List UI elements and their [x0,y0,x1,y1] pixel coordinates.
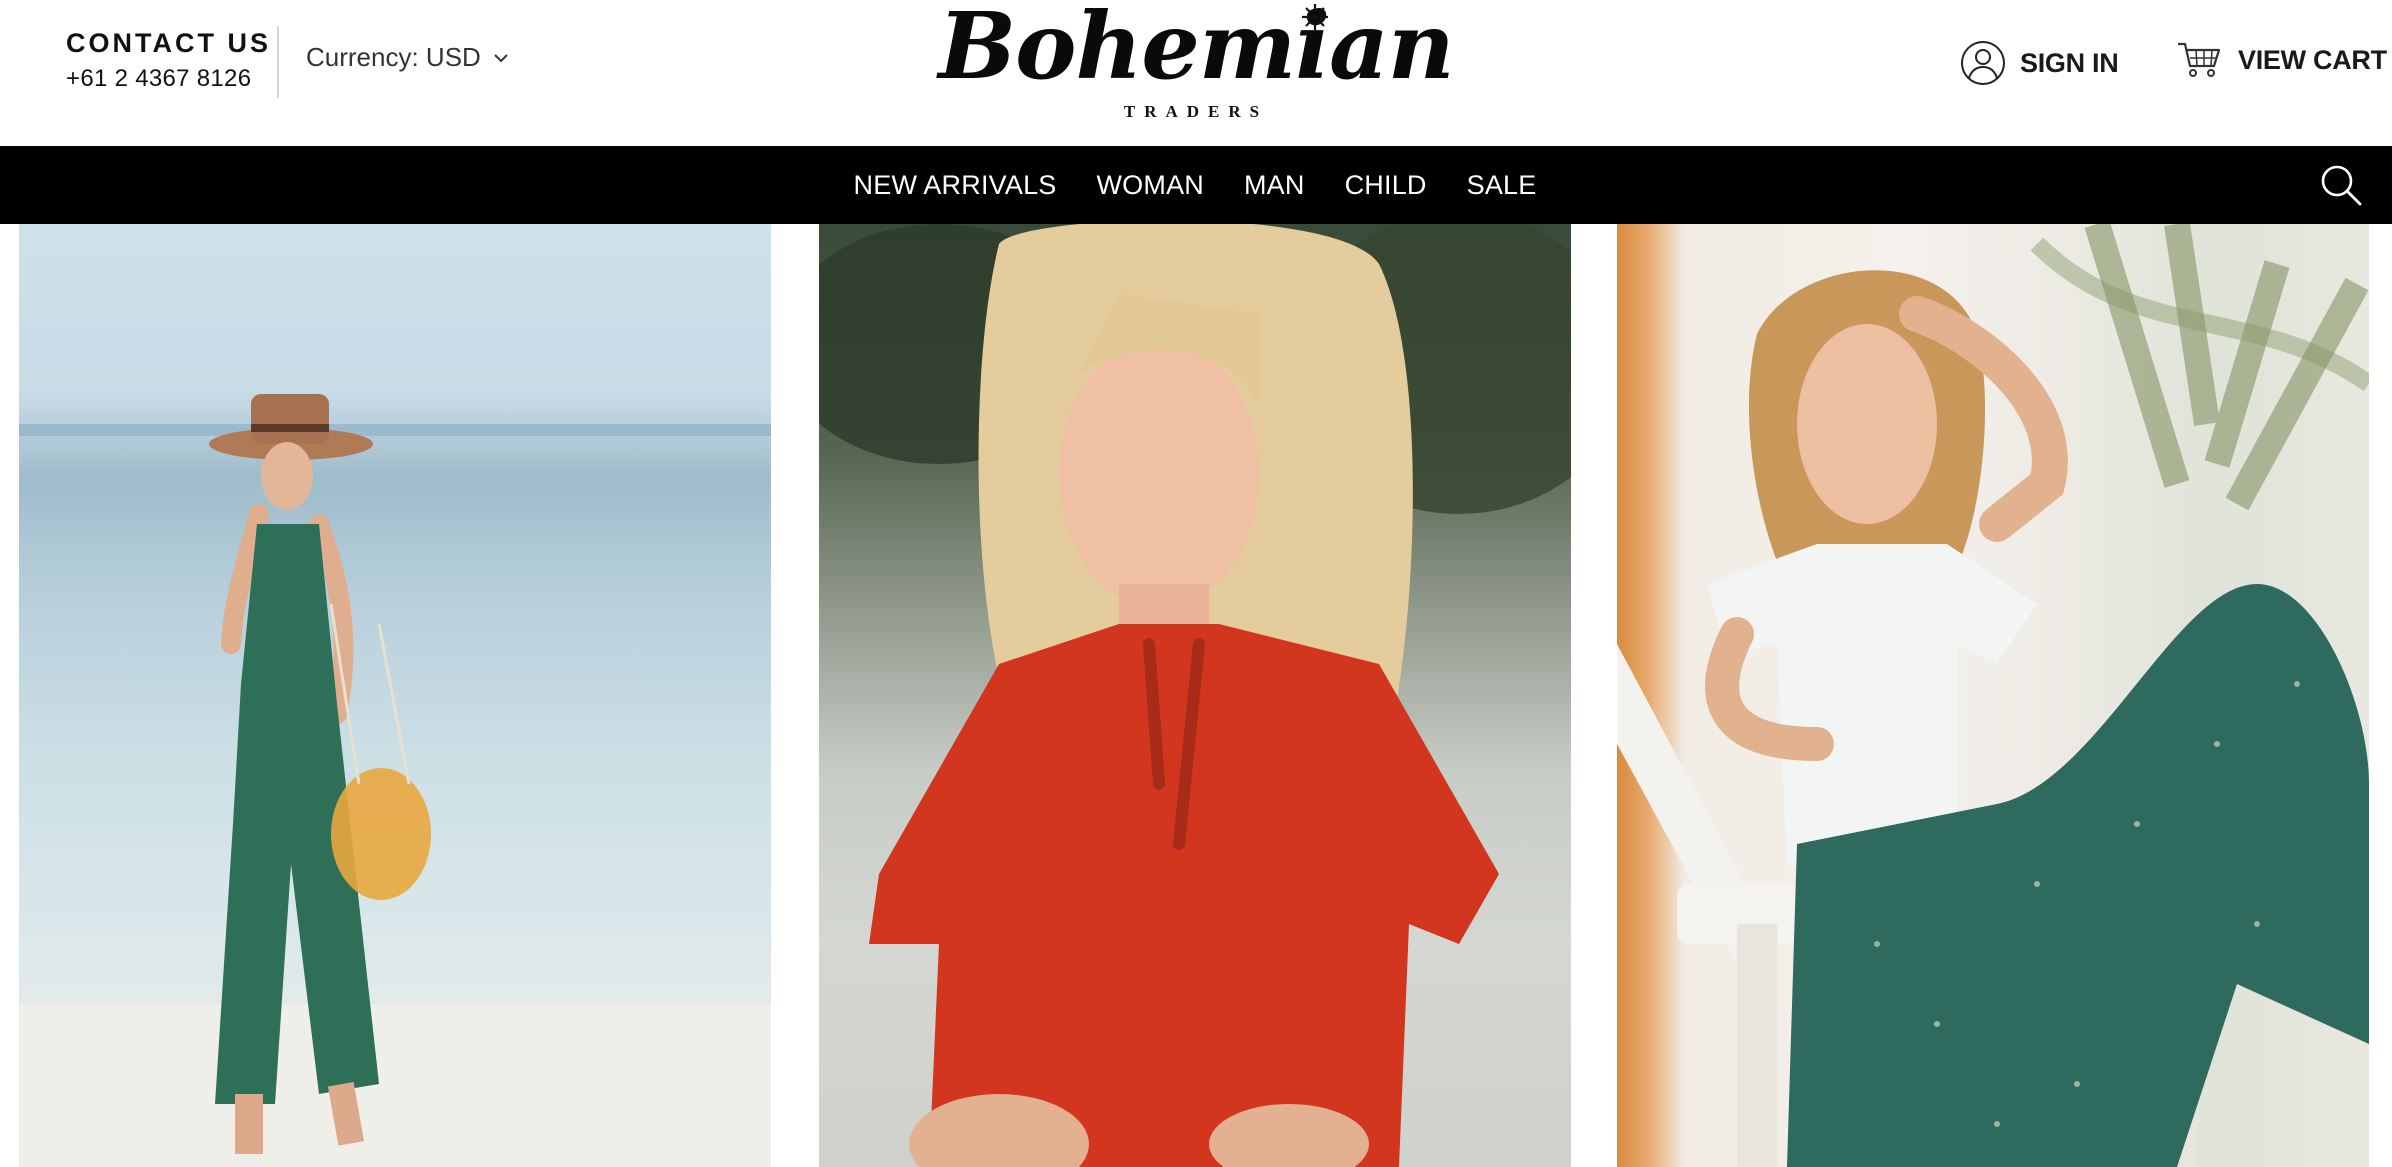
header-divider [277,26,279,98]
nav-item-new-arrivals[interactable]: NEW ARRIVALS [854,170,1057,201]
sign-in-label: SIGN IN [2020,47,2119,78]
contact-block: CONTACT US +61 2 4367 8126 [66,27,271,96]
currency-label: Currency: USD [306,42,481,72]
main-nav: NEW ARRIVALS WOMAN MAN CHILD SALE [0,146,2392,224]
nav-item-man[interactable]: MAN [1244,170,1305,201]
shopping-cart-icon [2178,42,2221,77]
view-cart-link[interactable]: VIEW CART [2176,40,2387,80]
hero-photo-red-blouse[interactable] [819,224,1571,1167]
nav-item-woman[interactable]: WOMAN [1097,170,1204,201]
logo-flourish-icon [1302,4,1328,30]
hero-photo-beach[interactable] [19,224,771,1167]
site-logo[interactable]: Bohemian TRADERS [936,0,1456,128]
red-blouse-illustration [819,224,1571,1167]
phone-number[interactable]: +61 2 4367 8126 [66,62,271,96]
logo-wordmark: Bohemian [938,0,1454,100]
nav-item-child[interactable]: CHILD [1345,170,1427,201]
nav-item-sale[interactable]: SALE [1467,170,1537,201]
site-header: CONTACT US +61 2 4367 8126 Currency: USD… [0,0,2392,146]
beach-scene-illustration [19,394,771,1167]
view-cart-label: VIEW CART [2238,44,2387,75]
logo-subtext: TRADERS [1123,102,1269,121]
floral-pants-illustration [1617,224,2369,1167]
contact-us-link[interactable]: CONTACT US [66,27,271,59]
chevron-down-icon [494,53,508,62]
hero-photo-floral-pants[interactable] [1617,224,2369,1167]
search-icon[interactable] [2318,162,2364,208]
currency-selector[interactable]: Currency: USD [306,42,511,73]
user-icon [1961,41,2005,85]
nav-links: NEW ARRIVALS WOMAN MAN CHILD SALE [0,146,2392,224]
sign-in-link[interactable]: SIGN IN [1960,40,2119,86]
